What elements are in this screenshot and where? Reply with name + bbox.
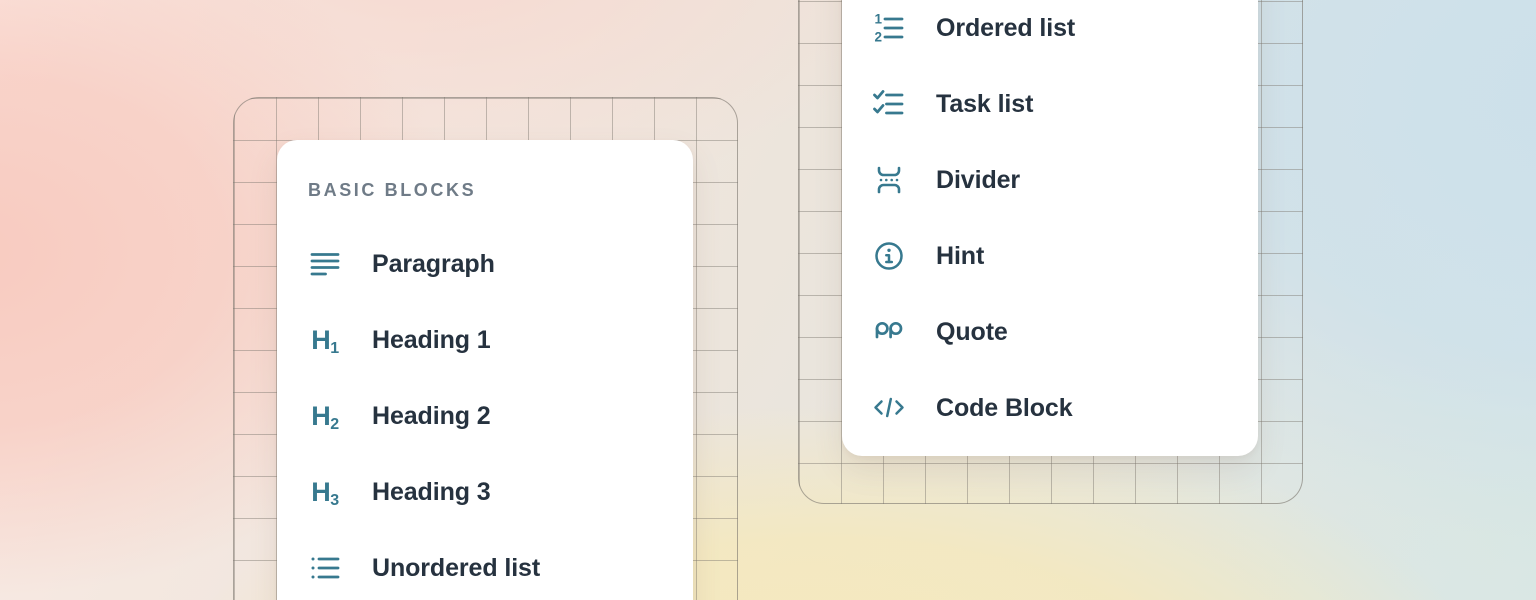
section-title: BASIC BLOCKS xyxy=(308,180,693,200)
menu-item-task-list[interactable]: Task list xyxy=(872,66,1258,142)
menu-item-label: Heading 1 xyxy=(372,326,491,355)
hint-icon xyxy=(872,239,906,273)
menu-item-paragraph[interactable]: Paragraph xyxy=(308,226,693,302)
basic-blocks-menu: BASIC BLOCKS Paragraph H1 Heading 1 H2 xyxy=(277,140,693,600)
code-block-icon xyxy=(872,391,906,425)
heading-3-icon: H3 xyxy=(308,475,342,509)
ordered-list-icon: 1 2 xyxy=(872,11,906,45)
svg-text:2: 2 xyxy=(875,30,883,45)
menu-item-heading-3[interactable]: H3 Heading 3 xyxy=(308,454,693,530)
divider-icon xyxy=(872,163,906,197)
quote-icon xyxy=(872,315,906,349)
task-list-icon xyxy=(872,87,906,121)
menu-item-divider[interactable]: Divider xyxy=(872,142,1258,218)
svg-text:1: 1 xyxy=(875,12,883,27)
paragraph-icon xyxy=(308,247,342,281)
menu-item-unordered-list[interactable]: Unordered list xyxy=(308,530,693,600)
menu-item-label: Quote xyxy=(936,318,1008,347)
menu-item-code-block[interactable]: Code Block xyxy=(872,370,1258,446)
editor-blocks-promo: BASIC BLOCKS Paragraph H1 Heading 1 H2 xyxy=(0,0,1536,600)
menu-item-label: Divider xyxy=(936,166,1020,195)
menu-item-ordered-list[interactable]: 1 2 Ordered list xyxy=(872,0,1258,66)
menu-item-label: Paragraph xyxy=(372,250,495,279)
blocks-menu-continued: 1 2 Ordered list Task list xyxy=(842,0,1258,456)
heading-1-icon: H1 xyxy=(308,323,342,357)
menu-item-label: Heading 2 xyxy=(372,402,491,431)
menu-item-label: Ordered list xyxy=(936,14,1075,43)
menu-item-heading-1[interactable]: H1 Heading 1 xyxy=(308,302,693,378)
menu-item-heading-2[interactable]: H2 Heading 2 xyxy=(308,378,693,454)
menu-item-label: Unordered list xyxy=(372,554,540,583)
menu-item-label: Task list xyxy=(936,90,1033,119)
heading-2-icon: H2 xyxy=(308,399,342,433)
unordered-list-icon xyxy=(308,551,342,585)
menu-item-hint[interactable]: Hint xyxy=(872,218,1258,294)
menu-item-label: Heading 3 xyxy=(372,478,491,507)
blocks-list: 1 2 Ordered list Task list xyxy=(872,0,1258,446)
menu-item-quote[interactable]: Quote xyxy=(872,294,1258,370)
menu-item-label: Code Block xyxy=(936,394,1073,423)
menu-item-label: Hint xyxy=(936,242,984,271)
basic-blocks-list: Paragraph H1 Heading 1 H2 Heading 2 H3 H… xyxy=(308,226,693,600)
